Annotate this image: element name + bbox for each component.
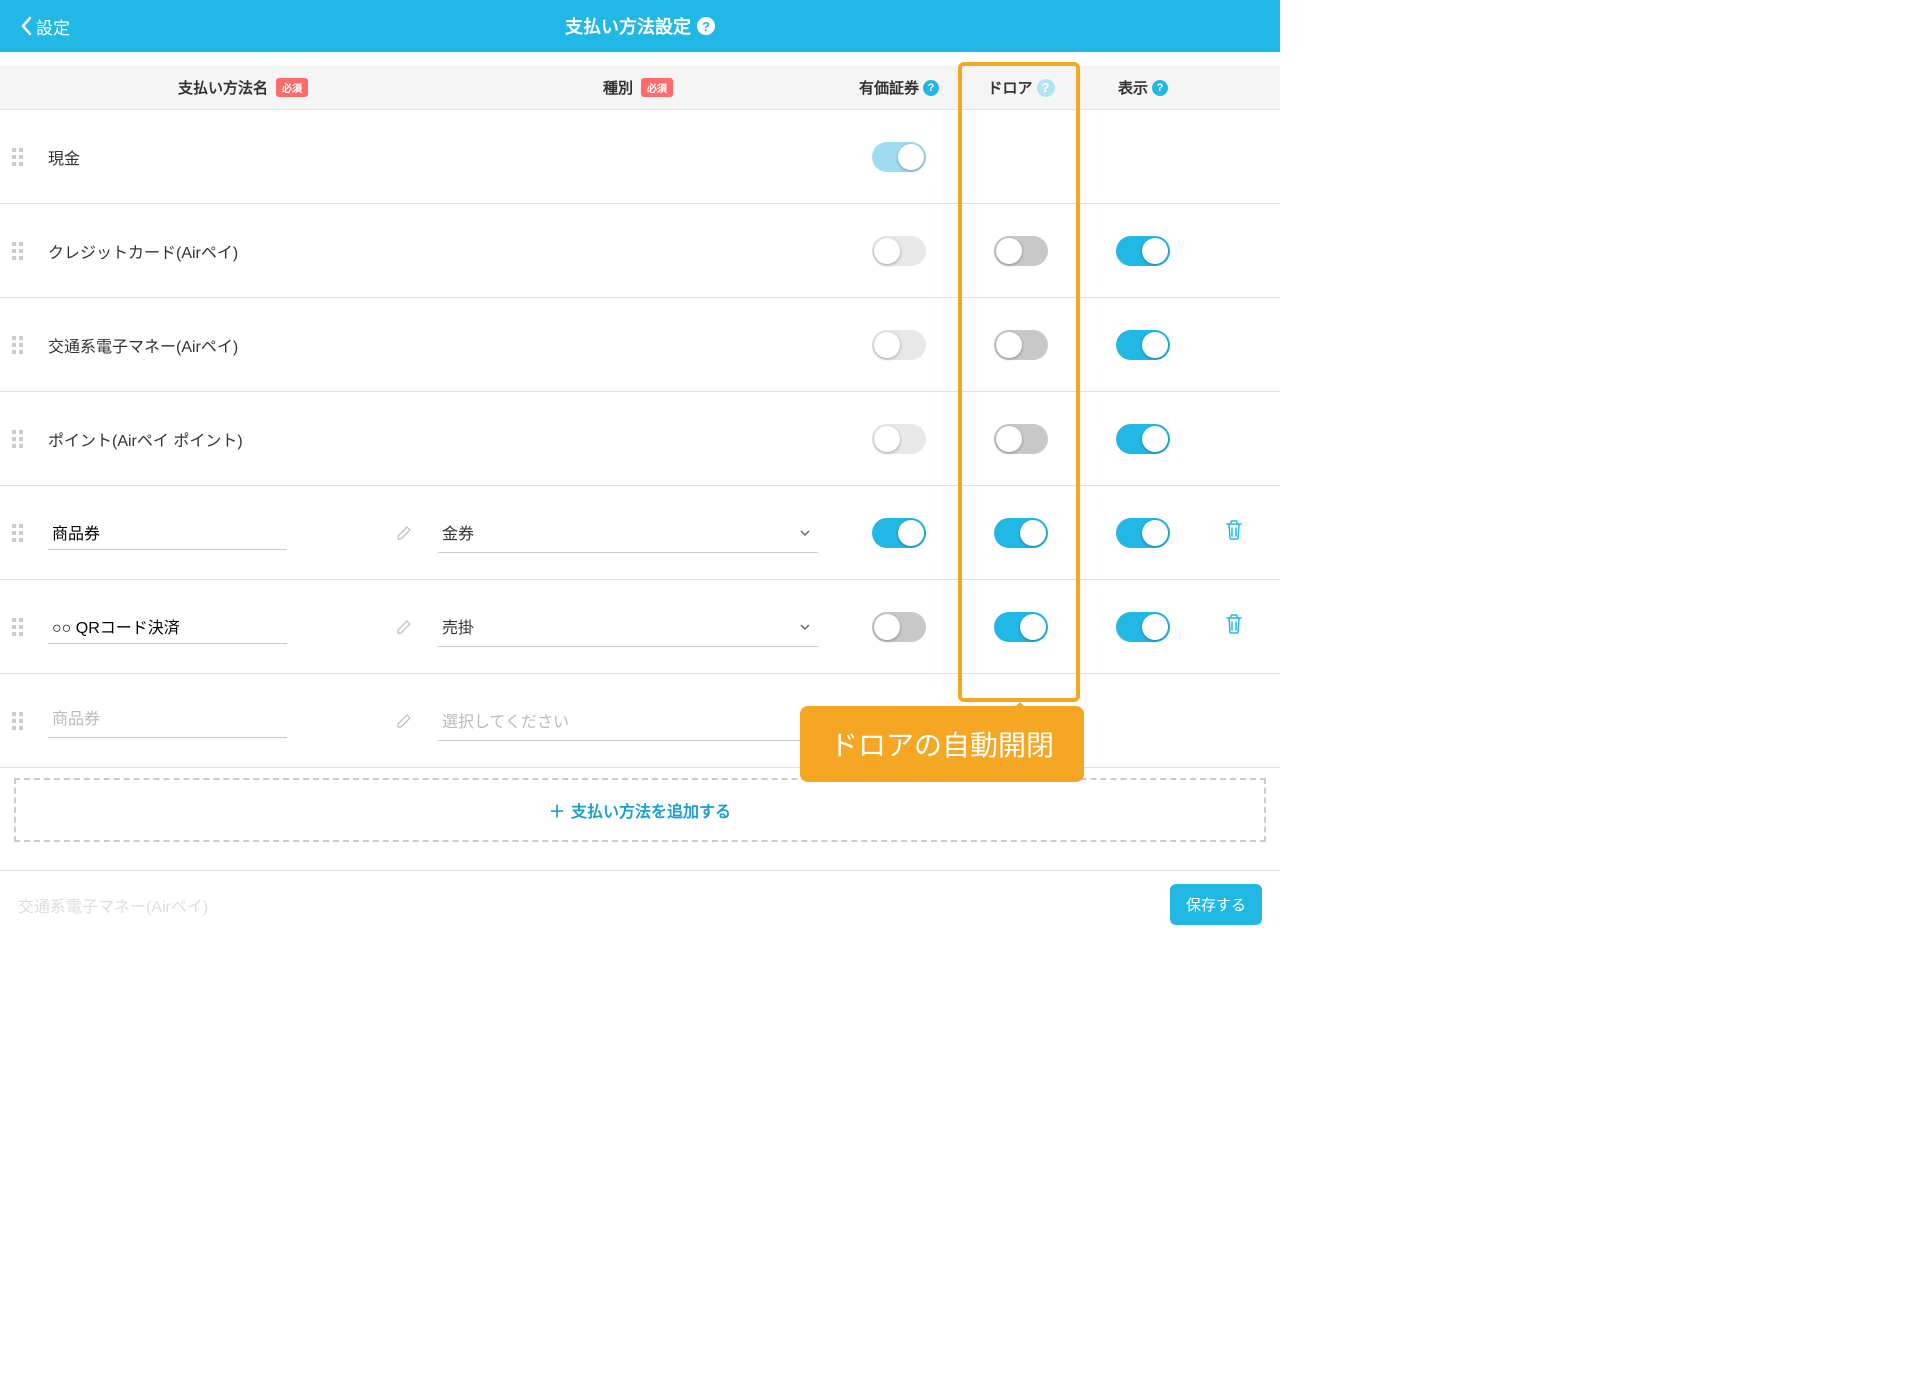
toggle[interactable]: [1116, 330, 1170, 360]
required-badge: 必須: [276, 78, 308, 97]
col-name: 支払い方法名必須: [48, 77, 438, 98]
name-input[interactable]: [48, 515, 287, 550]
drag-handle[interactable]: [12, 712, 48, 730]
columns-header: 支払い方法名必須 種別必須 有価証券? ドロア? 表示?: [0, 66, 1280, 110]
toggle[interactable]: [994, 236, 1048, 266]
table-row: クレジットカード(Airペイ): [0, 204, 1280, 298]
drag-handle[interactable]: [12, 148, 48, 166]
table-row: 交通系電子マネー(Airペイ): [0, 298, 1280, 392]
header: 設定 支払い方法設定 ?: [0, 0, 1280, 52]
back-button[interactable]: 設定: [20, 14, 70, 39]
drag-handle[interactable]: [12, 618, 48, 636]
toggle[interactable]: [994, 518, 1048, 548]
toggle[interactable]: [1116, 236, 1170, 266]
table-row: ポイント(Airペイ ポイント): [0, 392, 1280, 486]
toggle[interactable]: [1116, 612, 1170, 642]
row-name: 交通系電子マネー(Airペイ): [48, 333, 438, 357]
toggle[interactable]: [994, 330, 1048, 360]
row-name: クレジットカード(Airペイ): [48, 239, 438, 263]
plus-icon: ＋: [549, 798, 565, 822]
footer: 交通系電子マネー(Airペイ) 保存する: [0, 870, 1280, 938]
col-securities: 有価証券?: [838, 77, 960, 98]
pencil-icon: [396, 619, 412, 635]
col-type: 種別必須: [438, 77, 838, 98]
drag-handle[interactable]: [12, 336, 48, 354]
required-badge: 必須: [641, 78, 673, 97]
toggle[interactable]: [872, 424, 926, 454]
type-select[interactable]: 金券: [438, 512, 818, 553]
drag-handle[interactable]: [12, 524, 48, 542]
back-label: 設定: [36, 14, 70, 39]
chevron-down-icon: [798, 620, 812, 634]
col-display: 表示?: [1082, 77, 1204, 98]
pencil-icon: [396, 525, 412, 541]
help-icon[interactable]: ?: [1037, 79, 1055, 97]
toggle[interactable]: [1116, 424, 1170, 454]
delete-button[interactable]: [1224, 613, 1244, 640]
footer-ghost-text: 交通系電子マネー(Airペイ): [18, 893, 208, 917]
chevron-down-icon: [798, 526, 812, 540]
toggle[interactable]: [872, 518, 926, 548]
help-icon[interactable]: ?: [1152, 80, 1168, 96]
toggle[interactable]: [994, 612, 1048, 642]
toggle[interactable]: [872, 612, 926, 642]
drag-handle[interactable]: [12, 242, 48, 260]
drag-handle[interactable]: [12, 430, 48, 448]
name-input[interactable]: [48, 703, 287, 738]
add-button[interactable]: ＋支払い方法を追加する: [14, 778, 1266, 842]
trash-icon: [1224, 519, 1244, 541]
toggle[interactable]: [1116, 518, 1170, 548]
help-icon[interactable]: ?: [697, 17, 715, 35]
type-select[interactable]: 選択してください: [438, 700, 818, 741]
trash-icon: [1224, 613, 1244, 635]
row-name: ポイント(Airペイ ポイント): [48, 427, 438, 451]
table-row: 金券: [0, 486, 1280, 580]
col-drawer: ドロア?: [960, 77, 1082, 98]
table-row: 現金: [0, 110, 1280, 204]
add-label: 支払い方法を追加する: [571, 798, 731, 822]
pencil-icon: [396, 713, 412, 729]
toggle[interactable]: [872, 236, 926, 266]
save-button[interactable]: 保存する: [1170, 884, 1262, 925]
page-title: 支払い方法設定 ?: [565, 13, 715, 39]
name-input[interactable]: [48, 609, 287, 644]
help-icon[interactable]: ?: [923, 80, 939, 96]
callout-tooltip: ドロアの自動開閉: [800, 706, 1084, 782]
type-select[interactable]: 売掛: [438, 606, 818, 647]
table-row: 売掛: [0, 580, 1280, 674]
toggle[interactable]: [872, 142, 926, 172]
delete-button[interactable]: [1224, 519, 1244, 546]
new-row: 選択してください: [0, 674, 1280, 768]
toggle[interactable]: [872, 330, 926, 360]
row-name: 現金: [48, 145, 438, 169]
title-text: 支払い方法設定: [565, 13, 691, 39]
toggle[interactable]: [994, 424, 1048, 454]
chevron-left-icon: [20, 16, 32, 36]
